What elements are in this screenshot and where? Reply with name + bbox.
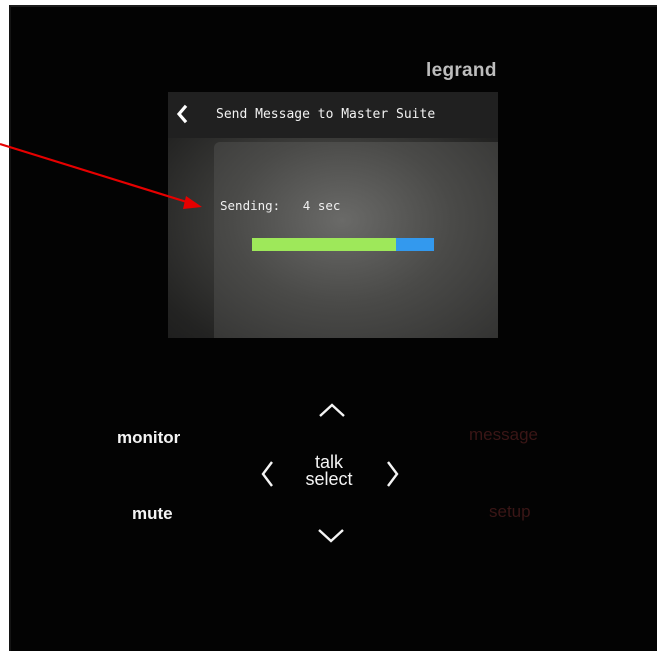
- annotation-arrow: [0, 142, 202, 209]
